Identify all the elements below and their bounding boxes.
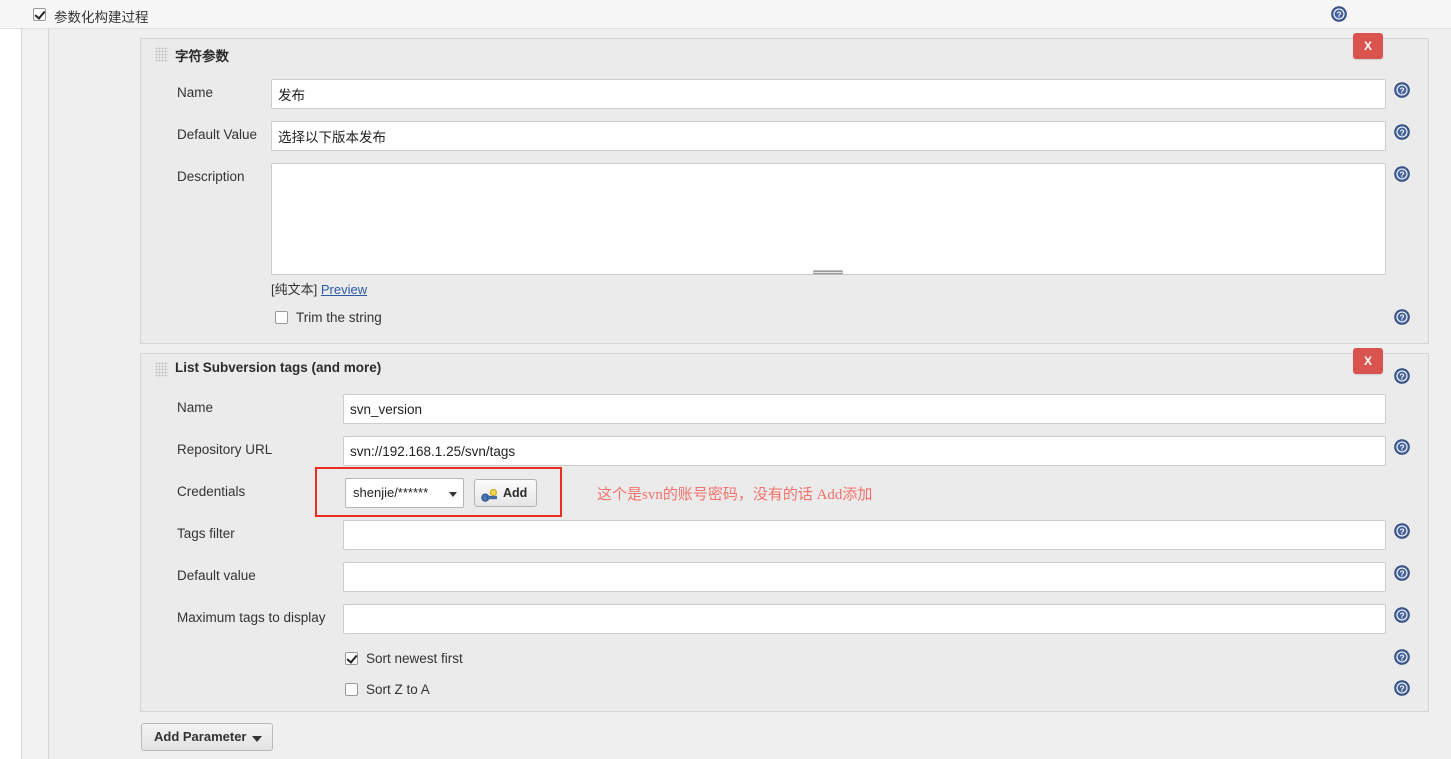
- panel-header-string: 字符参数: [141, 39, 1428, 69]
- input-default-value[interactable]: [271, 121, 1386, 151]
- input-description[interactable]: [271, 163, 1386, 275]
- label-name-string: Name: [177, 85, 214, 100]
- add-credentials-button[interactable]: Add: [474, 479, 538, 507]
- key-icon: [481, 486, 498, 502]
- preview-link[interactable]: Preview: [321, 282, 367, 297]
- drag-handle-icon[interactable]: [155, 362, 168, 377]
- panel-header-svn-tags: List Subversion tags (and more): [141, 354, 1428, 384]
- svg-text:?: ?: [1399, 569, 1404, 579]
- add-parameter-label: Add Parameter: [154, 729, 247, 744]
- input-tags-filter[interactable]: [343, 520, 1386, 550]
- left-gutter: [22, 29, 48, 759]
- credentials-select[interactable]: shenjie/******: [345, 478, 464, 508]
- drag-handle-icon[interactable]: [155, 47, 168, 62]
- help-icon-name-string[interactable]: ?: [1394, 82, 1410, 98]
- svg-text:?: ?: [1399, 86, 1404, 96]
- parameter-panel-string: 字符参数 Name Default Value Description [纯文本…: [140, 38, 1429, 344]
- parameterized-build-header: 参数化构建过程 ?: [0, 0, 1451, 29]
- add-parameter-button[interactable]: Add Parameter: [141, 723, 274, 751]
- panel-title-string: 字符参数: [175, 49, 229, 64]
- textarea-resize-handle[interactable]: [813, 270, 843, 275]
- sort-newest-first-row[interactable]: Sort newest first: [345, 651, 463, 666]
- input-default-value-svn[interactable]: [343, 562, 1386, 592]
- help-icon-sort-newest-first[interactable]: ?: [1394, 649, 1410, 665]
- label-description: Description: [177, 169, 245, 184]
- markup-type-label: [纯文本]: [271, 282, 318, 297]
- label-repository-url: Repository URL: [177, 442, 273, 457]
- help-icon-maximum-tags[interactable]: ?: [1394, 607, 1410, 623]
- svg-text:?: ?: [1399, 372, 1404, 382]
- gutter-rail-outer: [21, 29, 22, 759]
- sort-newest-first-checkbox[interactable]: [345, 652, 358, 665]
- help-icon-default-value-svn[interactable]: ?: [1394, 565, 1410, 581]
- help-icon-repository-url[interactable]: ?: [1394, 439, 1410, 455]
- input-maximum-tags[interactable]: [343, 604, 1386, 634]
- chevron-down-icon: [252, 736, 263, 742]
- markup-note: [纯文本] Preview: [271, 279, 367, 298]
- help-icon-default-value[interactable]: ?: [1394, 124, 1410, 140]
- chevron-down-icon: [449, 492, 457, 497]
- svg-text:?: ?: [1399, 653, 1404, 663]
- trim-the-string-checkbox[interactable]: [275, 311, 288, 324]
- label-default-value: Default Value: [177, 127, 258, 142]
- delete-parameter-button-string[interactable]: X: [1353, 33, 1383, 59]
- sort-z-to-a-row[interactable]: Sort Z to A: [345, 682, 430, 697]
- svg-text:?: ?: [1336, 10, 1341, 20]
- sort-z-to-a-checkbox[interactable]: [345, 683, 358, 696]
- parameter-panel-svn-tags: List Subversion tags (and more) Name Rep…: [140, 353, 1429, 712]
- credentials-selected-value: shenjie/******: [353, 485, 429, 500]
- svg-text:?: ?: [1399, 527, 1404, 537]
- panel-title-svn-tags: List Subversion tags (and more): [175, 360, 382, 375]
- help-icon[interactable]: ?: [1331, 6, 1347, 22]
- input-name-svn[interactable]: [343, 394, 1386, 424]
- sort-z-to-a-label: Sort Z to A: [366, 682, 430, 697]
- help-icon-sort-z-to-a[interactable]: ?: [1394, 680, 1410, 696]
- checkbox-box: [33, 8, 46, 21]
- svg-text:?: ?: [1399, 684, 1404, 694]
- input-repository-url[interactable]: [343, 436, 1386, 466]
- trim-the-string-label: Trim the string: [296, 310, 382, 325]
- label-tags-filter: Tags filter: [177, 526, 235, 541]
- help-icon-svn-section[interactable]: ?: [1394, 368, 1410, 384]
- gutter-rail-inner: [48, 29, 49, 759]
- svg-text:?: ?: [1399, 170, 1404, 180]
- help-icon-description[interactable]: ?: [1394, 166, 1410, 182]
- help-icon-trim-string[interactable]: ?: [1394, 309, 1410, 325]
- delete-parameter-button-svn[interactable]: X: [1353, 348, 1383, 374]
- svg-text:?: ?: [1399, 313, 1404, 323]
- label-default-value-svn: Default value: [177, 568, 256, 583]
- trim-the-string-row[interactable]: Trim the string: [275, 310, 382, 325]
- input-name-string[interactable]: [271, 79, 1386, 109]
- annotation-text: 这个是svn的账号密码，没有的话 Add添加: [597, 487, 873, 503]
- svg-text:?: ?: [1399, 128, 1404, 138]
- add-credentials-label: Add: [503, 486, 528, 500]
- label-maximum-tags: Maximum tags to display: [177, 610, 326, 625]
- label-credentials: Credentials: [177, 484, 246, 499]
- svg-text:?: ?: [1399, 443, 1404, 453]
- svg-text:?: ?: [1399, 611, 1404, 621]
- parameterized-build-label: 参数化构建过程: [54, 10, 149, 25]
- jenkins-parameterized-build-page: 参数化构建过程 ? 字符参数 Name Default Value Descri…: [0, 0, 1451, 759]
- help-icon-tags-filter[interactable]: ?: [1394, 523, 1410, 539]
- label-name-svn: Name: [177, 400, 214, 415]
- sort-newest-first-label: Sort newest first: [366, 651, 463, 666]
- parameterized-build-checkbox[interactable]: [33, 8, 46, 21]
